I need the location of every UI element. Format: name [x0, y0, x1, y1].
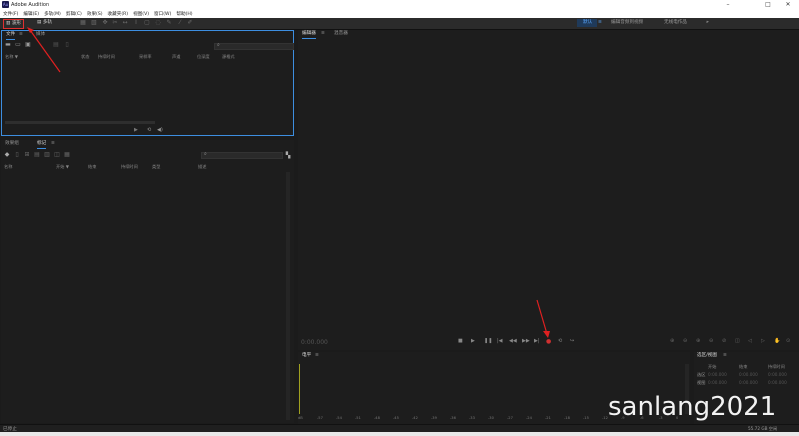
- annotation-arrow-record: [536, 299, 548, 335]
- annotation-arrowhead-record: [543, 331, 550, 338]
- annotation-arrowhead-waveform: [27, 27, 34, 33]
- annotation-overlay: [27, 27, 550, 338]
- annotation-arrow-waveform: [29, 29, 61, 73]
